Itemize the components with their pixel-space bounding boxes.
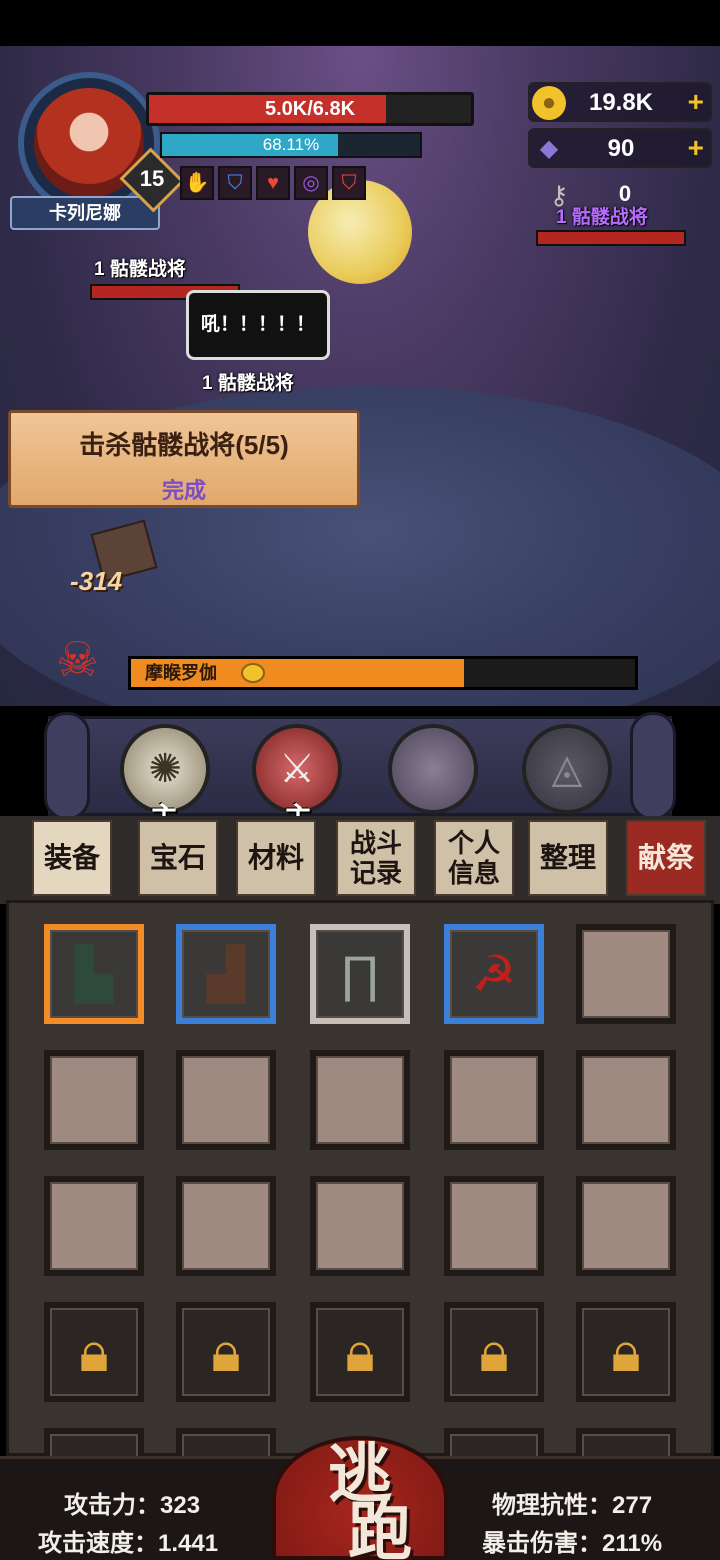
padlock-icon: 🔒︎ <box>211 1320 241 1383</box>
attack-stat: 攻击力：323 <box>64 1492 201 1519</box>
inventory-slot[interactable]: ∏ <box>310 924 410 1024</box>
shield-down-icon[interactable]: ⛉ <box>218 166 252 200</box>
player-xp-bar: 68.11% <box>160 132 422 158</box>
inventory-slot[interactable] <box>576 1176 676 1276</box>
attack-speed-stat: 攻击速度：1.441 <box>38 1530 219 1557</box>
enemy-label: 1 骷髅战将 <box>556 207 648 228</box>
enemy-label: 1 骷髅战将 <box>202 373 294 394</box>
hand-up-icon[interactable]: ✋ <box>180 166 214 200</box>
tab-battle-log-label: 记录 <box>349 858 402 888</box>
padlock-icon: 🔒︎ <box>79 1320 109 1383</box>
locked-slot[interactable]: 🔒︎ <box>576 1302 676 1402</box>
padlock-icon: 🔒︎ <box>479 1320 509 1383</box>
inventory-slot[interactable] <box>576 924 676 1024</box>
shield-up-icon[interactable]: ⛉ <box>332 166 366 200</box>
padlock-icon: 🔒︎ <box>611 1320 641 1383</box>
tab-personal-info-label: 个人 <box>447 828 500 858</box>
crit-damage-stat: 暴击伤害：211% <box>482 1530 663 1557</box>
inventory-slot[interactable]: ▟ <box>176 924 276 1024</box>
add-gem-button[interactable]: + <box>688 130 704 166</box>
skull-crossbones-icon: ☠ <box>56 634 100 687</box>
eye-triangle-skill-icon[interactable]: ◬ <box>522 724 612 814</box>
tab-personal-info-label: 信息 <box>447 858 500 888</box>
locked-slot[interactable]: 🔒︎ <box>176 1302 276 1402</box>
pants-icon: ∏ <box>339 946 381 1002</box>
tab-gems[interactable]: 宝石 <box>138 820 218 896</box>
sacrifice-button[interactable]: 献祭 <box>626 820 706 896</box>
gold-value: 19.8K <box>588 89 654 116</box>
quest-title: 击杀骷髅战将(5/5) <box>79 430 289 460</box>
vortex-up-icon[interactable]: ◎ <box>294 166 328 200</box>
inventory-slot[interactable] <box>44 1050 144 1150</box>
flee-button[interactable]: 逃 跑 <box>272 1436 448 1560</box>
tab-equipment-label: 装备 <box>43 842 100 873</box>
damage-number: -314 <box>70 566 123 596</box>
coin-icon <box>241 663 265 683</box>
boss-name: 摩睺罗伽 <box>145 663 217 683</box>
player-xp-text: 68.11% <box>262 135 320 154</box>
player-name: 卡列尼娜 <box>10 196 160 230</box>
heart-up-icon[interactable]: ♥ <box>256 166 290 200</box>
tab-equipment[interactable]: 装备 <box>32 820 112 896</box>
player-hp-text: 5.0K/6.8K <box>264 98 356 120</box>
gold-coin-icon: ● <box>532 86 566 120</box>
tab-battle-log-label: 战斗 <box>349 828 402 858</box>
sacrifice-button-label: 献祭 <box>637 842 694 873</box>
inventory-slot[interactable] <box>44 1176 144 1276</box>
enemy-hp-bar <box>536 230 686 246</box>
tab-personal-info[interactable]: 个人 信息 <box>434 820 514 896</box>
boots-icon: ▟ <box>206 946 246 1002</box>
buff-list: ✋ ⛉ ♥ ◎ ⛉ <box>180 166 366 200</box>
tab-battle-log[interactable]: 战斗 记录 <box>336 820 416 896</box>
crystal-icon: ◆ <box>539 135 559 162</box>
locked-slot[interactable]: 🔒︎ <box>444 1302 544 1402</box>
padlock-icon: 🔒︎ <box>345 1320 375 1383</box>
inventory-slot[interactable] <box>176 1050 276 1150</box>
quest-panel[interactable]: 击杀骷髅战将(5/5) 完成 <box>8 410 360 508</box>
tab-gems-label: 宝石 <box>149 842 206 873</box>
physical-resistance-stat: 物理抗性：277 <box>492 1492 653 1519</box>
locked-slot[interactable]: 🔒︎ <box>310 1302 410 1402</box>
quest-status: 完成 <box>161 478 206 503</box>
flee-label-2: 跑 <box>348 1495 412 1560</box>
gem-value: 90 <box>607 135 635 162</box>
shorts-icon: ▙ <box>74 946 114 1002</box>
inventory-slot[interactable] <box>576 1050 676 1150</box>
sort-button-label: 整理 <box>539 842 596 873</box>
tab-materials-label: 材料 <box>247 842 304 873</box>
inventory-slot[interactable]: ☭ <box>444 924 544 1024</box>
status-bar <box>0 0 720 46</box>
inventory-slot[interactable] <box>444 1176 544 1276</box>
scroll-end-left <box>44 712 90 820</box>
flee-button-label: 逃 跑 <box>276 1443 444 1560</box>
inventory-slot[interactable]: ▙ <box>44 924 144 1024</box>
inventory-slot[interactable] <box>310 1176 410 1276</box>
boss-hp-bar: 摩睺罗伽 <box>128 656 638 690</box>
player-hp-bar: 5.0K/6.8K <box>146 92 474 126</box>
inventory-slot[interactable] <box>176 1176 276 1276</box>
gold-counter: ● 19.8K + <box>528 82 712 122</box>
tab-materials[interactable]: 材料 <box>236 820 316 896</box>
inventory-slot[interactable] <box>310 1050 410 1150</box>
sort-button[interactable]: 整理 <box>528 820 608 896</box>
scythe-icon: ☭ <box>471 946 517 1002</box>
scroll-end-right <box>630 712 676 820</box>
add-gold-button[interactable]: + <box>688 84 704 120</box>
enemy-label: 1 骷髅战将 <box>94 259 186 280</box>
empty-skill-slot[interactable] <box>388 724 478 814</box>
player-level: 15 <box>139 166 165 191</box>
inventory-slot[interactable] <box>444 1050 544 1150</box>
boss-speech-bubble: 吼！！！！！ <box>186 290 330 360</box>
gem-counter: ◆ 90 + <box>528 128 712 168</box>
locked-slot[interactable]: 🔒︎ <box>44 1302 144 1402</box>
